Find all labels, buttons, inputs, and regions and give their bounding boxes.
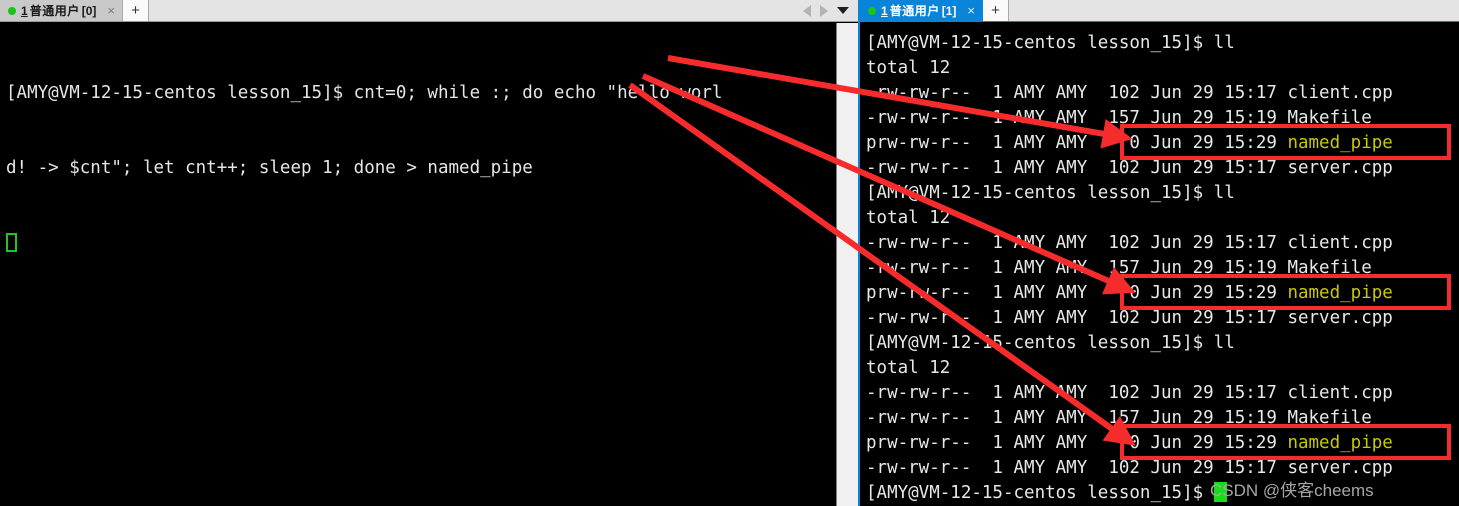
session-status-dot-icon [868, 6, 876, 15]
terminal-line: [AMY@VM-12-15-centos lesson_15]$ cnt=0; … [6, 83, 723, 103]
right-tabbar: 1 普通用户 [1] × + [860, 0, 1459, 22]
terminal-line-text: total 12 [866, 58, 951, 78]
filename-client-cpp: client.cpp [1287, 83, 1393, 103]
terminal-line-text: [AMY@VM-12-15-centos lesson_15]$ ll [866, 183, 1235, 203]
filename-client-cpp: client.cpp [1287, 233, 1393, 253]
terminal-line: [AMY@VM-12-15-centos lesson_15]$ ll [866, 331, 1459, 356]
right-tab-number: 1 [881, 4, 888, 18]
filename-named-pipe: named_pipe [1287, 133, 1393, 153]
watermark: CSDN @侠客cheems [1210, 481, 1374, 500]
terminal-line-text: prw-rw-r-- 1 AMY AMY 0 Jun 29 15:29 [866, 133, 1288, 153]
terminal-line: [AMY@VM-12-15-centos lesson_15]$ ll [866, 31, 1459, 56]
new-tab-button[interactable]: + [122, 0, 149, 21]
prev-tab-arrow-icon[interactable] [803, 4, 811, 17]
terminal-line: prw-rw-r-- 1 AMY AMY 0 Jun 29 15:29 name… [866, 131, 1459, 156]
terminal-line-text: -rw-rw-r-- 1 AMY AMY 157 Jun 29 15:19 [866, 408, 1288, 428]
left-tabbar-filler [148, 0, 799, 21]
chevron-down-icon[interactable] [837, 7, 849, 14]
terminal-line: prw-rw-r-- 1 AMY AMY 0 Jun 29 15:29 name… [866, 431, 1459, 456]
terminal-line: d! -> $cnt"; let cnt++; sleep 1; done > … [6, 158, 533, 178]
left-tab-nav [799, 0, 858, 21]
terminal-window: 1 普通用户 [0] × + [AMY@VM-12-15-centos less… [0, 0, 1459, 506]
scrollbar-thumb[interactable] [838, 23, 857, 506]
terminal-line-text: prw-rw-r-- 1 AMY AMY 0 Jun 29 15:29 [866, 283, 1288, 303]
terminal-line-text: -rw-rw-r-- 1 AMY AMY 102 Jun 29 15:17 [866, 158, 1288, 178]
next-tab-arrow-icon[interactable] [820, 4, 828, 17]
filename-server-cpp: server.cpp [1287, 308, 1393, 328]
right-tabbar-filler [1008, 0, 1459, 21]
terminal-line: prw-rw-r-- 1 AMY AMY 0 Jun 29 15:29 name… [866, 281, 1459, 306]
terminal-line-text: [AMY@VM-12-15-centos lesson_15]$ [866, 483, 1214, 503]
terminal-cursor-row [6, 231, 858, 256]
filename-server-cpp: server.cpp [1287, 158, 1393, 178]
filename-makefile: Makefile [1287, 258, 1372, 278]
session-status-dot-icon [8, 6, 16, 15]
filename-makefile: Makefile [1287, 108, 1372, 128]
terminal-line-text: -rw-rw-r-- 1 AMY AMY 102 Jun 29 15:17 [866, 383, 1288, 403]
terminal-line-text: -rw-rw-r-- 1 AMY AMY 157 Jun 29 15:19 [866, 108, 1288, 128]
terminal-line: total 12 [866, 356, 1459, 381]
terminal-line-text: -rw-rw-r-- 1 AMY AMY 102 Jun 29 15:17 [866, 308, 1288, 328]
terminal-line-text: total 12 [866, 208, 951, 228]
terminal-line-text: [AMY@VM-12-15-centos lesson_15]$ ll [866, 33, 1235, 53]
filename-client-cpp: client.cpp [1287, 383, 1393, 403]
right-terminal-panel: 1 普通用户 [1] × + [AMY@VM-12-15-centos less… [858, 0, 1459, 506]
left-tab-index: [0] [81, 4, 97, 18]
terminal-line-text: [AMY@VM-12-15-centos lesson_15]$ ll [866, 333, 1235, 353]
close-icon[interactable]: × [967, 4, 975, 17]
right-tab-label: 1 普通用户 [1] [881, 2, 956, 19]
left-tab-label: 1 普通用户 [0] [21, 2, 96, 19]
filename-named-pipe: named_pipe [1287, 433, 1393, 453]
right-tab-title: 普通用户 [889, 4, 940, 18]
left-tab-session[interactable]: 1 普通用户 [0] × [0, 0, 123, 21]
terminal-line-text: total 12 [866, 358, 951, 378]
left-tabbar: 1 普通用户 [0] × + [0, 0, 858, 22]
terminal-line: [AMY@VM-12-15-centos lesson_15]$ ll [866, 181, 1459, 206]
filename-makefile: Makefile [1287, 408, 1372, 428]
terminal-line-text: prw-rw-r-- 1 AMY AMY 0 Jun 29 15:29 [866, 433, 1288, 453]
terminal-line: -rw-rw-r-- 1 AMY AMY 102 Jun 29 15:17 cl… [866, 381, 1459, 406]
terminal-line: -rw-rw-r-- 1 AMY AMY 157 Jun 29 15:19 Ma… [866, 106, 1459, 131]
filename-server-cpp: server.cpp [1287, 458, 1393, 478]
terminal-line-text: -rw-rw-r-- 1 AMY AMY 102 Jun 29 15:17 [866, 83, 1288, 103]
left-terminal-output[interactable]: [AMY@VM-12-15-centos lesson_15]$ cnt=0; … [0, 23, 858, 506]
terminal-line-text: -rw-rw-r-- 1 AMY AMY 102 Jun 29 15:17 [866, 233, 1288, 253]
close-icon[interactable]: × [107, 4, 115, 17]
left-tab-title: 普通用户 [29, 4, 80, 18]
terminal-line: -rw-rw-r-- 1 AMY AMY 102 Jun 29 15:17 se… [866, 306, 1459, 331]
right-terminal-output[interactable]: [AMY@VM-12-15-centos lesson_15]$ ll total… [860, 23, 1459, 506]
terminal-line: total 12 [866, 56, 1459, 81]
terminal-line: -rw-rw-r-- 1 AMY AMY 102 Jun 29 15:17 se… [866, 156, 1459, 181]
terminal-line: total 12 [866, 206, 1459, 231]
right-tab-session[interactable]: 1 普通用户 [1] × [860, 0, 983, 21]
terminal-line-text: -rw-rw-r-- 1 AMY AMY 102 Jun 29 15:17 [866, 458, 1288, 478]
new-tab-button[interactable]: + [982, 0, 1009, 21]
left-terminal-scrollbar[interactable] [836, 23, 858, 506]
filename-named-pipe: named_pipe [1287, 283, 1393, 303]
left-terminal-panel: 1 普通用户 [0] × + [AMY@VM-12-15-centos less… [0, 0, 858, 506]
terminal-line: -rw-rw-r-- 1 AMY AMY 157 Jun 29 15:19 Ma… [866, 406, 1459, 431]
right-tab-index: [1] [941, 4, 957, 18]
left-tab-number: 1 [21, 4, 28, 18]
terminal-line: -rw-rw-r-- 1 AMY AMY 102 Jun 29 15:17 cl… [866, 231, 1459, 256]
text-cursor [6, 233, 17, 252]
terminal-line: -rw-rw-r-- 1 AMY AMY 157 Jun 29 15:19 Ma… [866, 256, 1459, 281]
terminal-line-text: -rw-rw-r-- 1 AMY AMY 157 Jun 29 15:19 [866, 258, 1288, 278]
terminal-line: -rw-rw-r-- 1 AMY AMY 102 Jun 29 15:17 cl… [866, 81, 1459, 106]
